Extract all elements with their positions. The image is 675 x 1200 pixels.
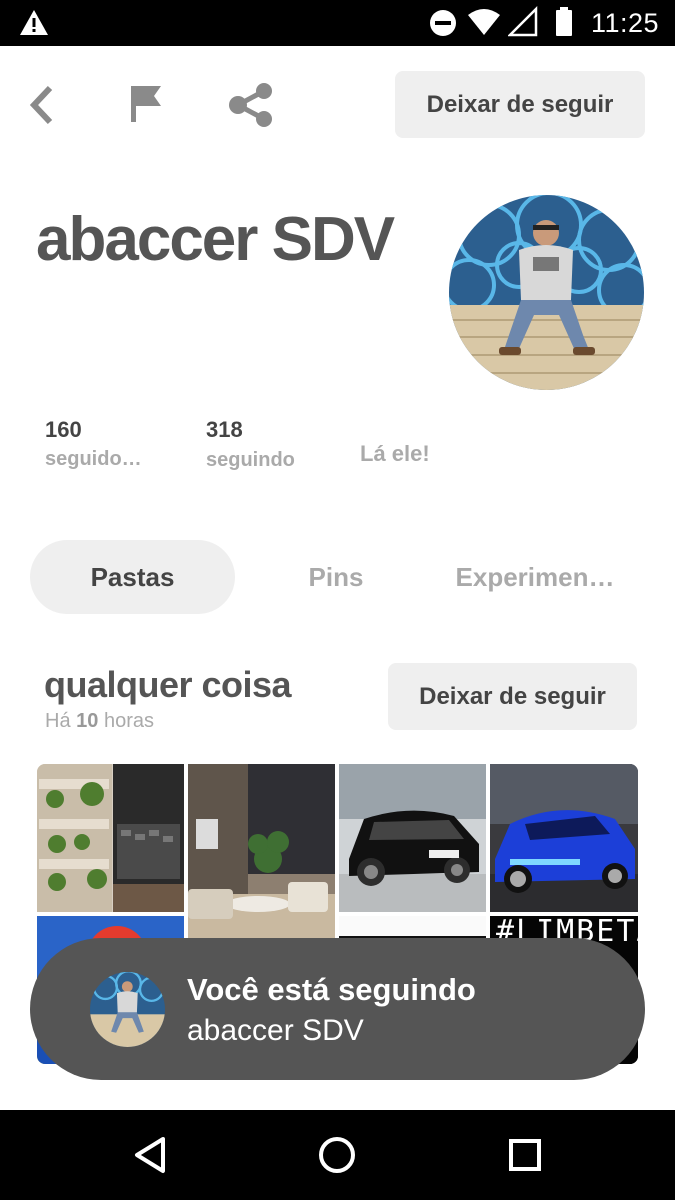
system-nav-bar — [0, 1110, 675, 1200]
nav-home-icon[interactable] — [318, 1136, 356, 1174]
share-icon[interactable] — [226, 82, 276, 128]
clock: 11:25 — [590, 8, 659, 38]
pin-image[interactable] — [188, 764, 335, 938]
board-time-prefix: Há — [45, 710, 71, 732]
board-timestamp: Há 10 horas — [45, 710, 154, 733]
following-label[interactable]: seguindo — [206, 449, 295, 472]
unfollow-board-button[interactable]: Deixar de seguir — [388, 663, 637, 730]
following-count[interactable]: 318 — [206, 417, 243, 443]
profile-bio: Lá ele! — [360, 441, 430, 466]
do-not-disturb-icon — [430, 10, 456, 36]
pin-image[interactable] — [490, 764, 638, 912]
tab-experimentos[interactable]: Experimen… — [435, 540, 635, 614]
board-time-value: 10 — [76, 710, 99, 732]
black-suv-photo — [339, 764, 486, 912]
unfollow-user-button[interactable]: Deixar de seguir — [395, 71, 645, 138]
profile-toolbar: Deixar de seguir — [0, 46, 675, 166]
battery-icon — [556, 7, 572, 36]
warning-icon — [20, 10, 48, 35]
balcony-photo — [188, 764, 335, 938]
board-title[interactable]: qualquer coisa — [44, 664, 292, 706]
blue-sports-car-photo — [490, 764, 638, 912]
nav-back-icon[interactable] — [132, 1136, 168, 1174]
tab-pins[interactable]: Pins — [265, 540, 407, 614]
pin-image[interactable] — [339, 764, 486, 912]
toast-username: abaccer SDV — [187, 1014, 364, 1047]
nav-recents-icon[interactable] — [508, 1138, 542, 1172]
follow-toast: Você está seguindo abaccer SDV — [30, 938, 645, 1080]
avatar-photo — [449, 195, 644, 390]
pin-image[interactable] — [37, 764, 184, 912]
board-time-suffix: horas — [103, 710, 154, 732]
back-icon[interactable] — [22, 82, 62, 128]
followers-label[interactable]: seguido… — [45, 448, 142, 471]
profile-name: abaccer SDV — [36, 205, 395, 274]
cellular-signal-icon — [508, 5, 538, 37]
toast-title: Você está seguindo — [187, 972, 476, 1007]
kitchen-photo — [37, 764, 184, 912]
flag-icon[interactable] — [128, 84, 164, 124]
avatar[interactable] — [449, 195, 644, 390]
wifi-icon — [468, 9, 500, 35]
toast-avatar — [90, 972, 165, 1047]
tab-pastas[interactable]: Pastas — [30, 540, 235, 614]
avatar-photo — [90, 972, 165, 1047]
followers-count[interactable]: 160 — [45, 417, 82, 443]
status-bar: 11:25 — [0, 0, 675, 46]
